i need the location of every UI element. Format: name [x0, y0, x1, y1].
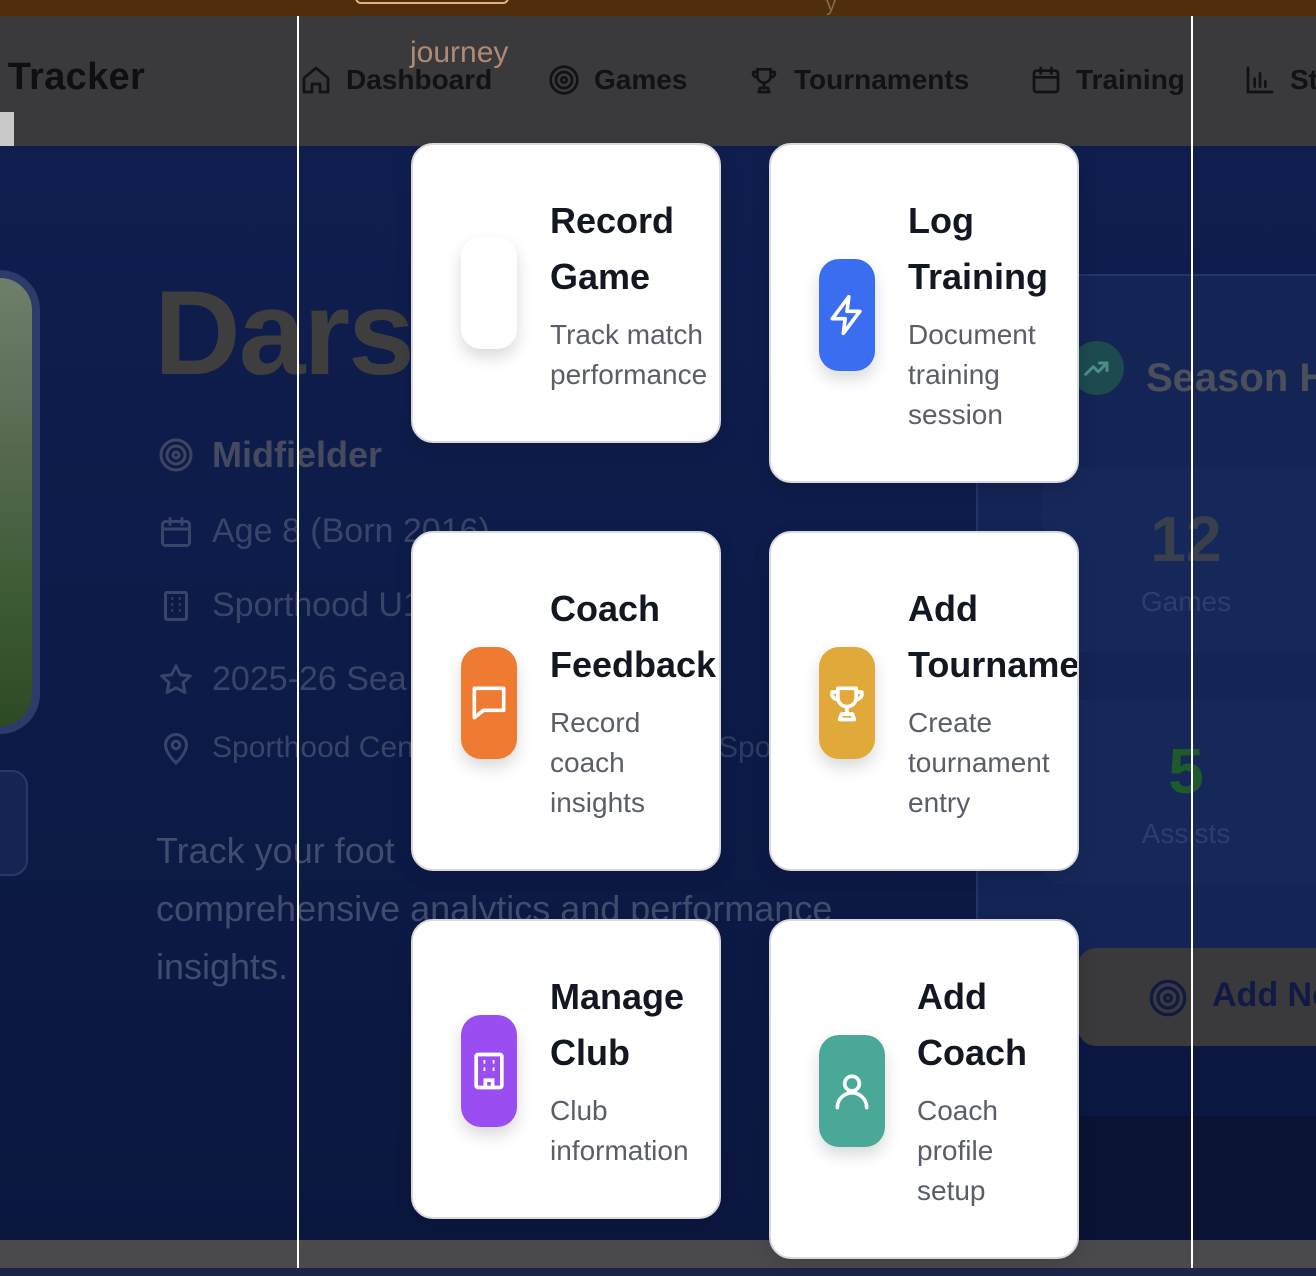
card-title: Coach — [917, 1032, 1028, 1073]
player-photo — [0, 270, 40, 734]
app-title: l Tracker — [0, 56, 146, 98]
nav-tournaments[interactable]: Tournaments — [748, 62, 969, 98]
card-desc: Document — [908, 319, 1036, 350]
card-desc: tournament — [908, 747, 1050, 778]
trophy-icon — [751, 68, 777, 94]
user-icon — [819, 1035, 885, 1147]
card-desc: setup — [917, 1175, 986, 1206]
top-navbar: l Tracker journey Dashboard Games Tourna… — [0, 16, 1316, 148]
nav-training[interactable]: Training — [1030, 62, 1185, 98]
card-title: Add — [908, 588, 978, 629]
building-icon — [164, 590, 188, 621]
card-title: Add — [917, 976, 987, 1017]
stat-label: Assists — [1141, 818, 1231, 849]
card-desc: Record — [550, 707, 641, 738]
panel-footer — [1078, 1116, 1316, 1240]
card-desc: training — [908, 359, 1000, 390]
nav-games[interactable]: Games — [548, 62, 687, 98]
guide-line-right — [1191, 16, 1193, 1268]
action-card-manage-club[interactable]: Manage Club Club information — [411, 919, 721, 1219]
stat-value: 12 — [1150, 503, 1222, 575]
blank-icon — [461, 237, 517, 349]
action-card-add-tournament[interactable]: Add Tournament Create tournament entry — [769, 531, 1079, 871]
player-season: 2025-26 Sea — [158, 660, 407, 699]
nav-label: Games — [594, 64, 688, 95]
calendar-icon — [161, 516, 191, 547]
nav-stats[interactable]: St — [1244, 62, 1316, 98]
building-icon — [461, 1015, 517, 1127]
location-label: Sporthood Cen — [212, 731, 414, 764]
action-card-record-game[interactable]: Record Game Track match performance — [411, 143, 721, 443]
chat-bubble-icon — [461, 647, 517, 759]
nav-label: Training — [1076, 64, 1185, 95]
card-title: Club — [550, 1032, 630, 1073]
action-card-add-coach[interactable]: Add Coach Coach profile setup — [769, 919, 1079, 1259]
card-title: Training — [908, 256, 1049, 297]
calendar-icon — [1032, 66, 1060, 94]
action-card-coach-feedback[interactable]: Coach Feedback Record coach insights — [411, 531, 721, 871]
card-desc: entry — [908, 787, 971, 818]
player-name: Dars — [154, 266, 415, 400]
card-desc: Track match — [550, 319, 703, 350]
bar-chart-icon — [1246, 66, 1274, 94]
star-icon — [160, 663, 192, 694]
nav-label: Tournaments — [794, 64, 970, 95]
nav-scroll-stub — [0, 112, 14, 148]
player-location: Sporthood Cen Spor — [158, 730, 781, 766]
club-label: Sporthood U1 — [212, 586, 422, 624]
photo-action-button[interactable] — [0, 770, 28, 876]
stat-card-games: 12 Games — [1042, 468, 1316, 652]
card-desc: Create — [908, 707, 993, 738]
card-desc: Club — [550, 1095, 608, 1126]
card-title: Manage — [550, 976, 685, 1017]
card-desc: profile — [917, 1135, 994, 1166]
top-strip-glyph: y — [826, 0, 836, 16]
card-desc: coach — [550, 747, 625, 778]
card-desc: information — [550, 1135, 689, 1166]
trophy-icon — [819, 647, 875, 759]
action-card-log-training[interactable]: Log Training Document training session — [769, 143, 1079, 483]
card-title: Log — [908, 200, 974, 241]
nav-dashboard[interactable]: Dashboard — [300, 62, 492, 98]
footer-bottom — [0, 1268, 1316, 1276]
season-title: Season H — [1146, 356, 1316, 400]
stat-card-assists: 5 Assists — [1042, 700, 1316, 884]
card-desc: Coach — [917, 1095, 998, 1126]
card-title: Tournament — [908, 644, 1079, 685]
stat-label: Games — [1140, 586, 1232, 617]
season-label: 2025-26 Sea — [212, 660, 407, 698]
card-title: Record — [550, 200, 675, 241]
player-position: Midfielder — [158, 434, 382, 476]
lightning-icon — [819, 259, 875, 371]
target-icon — [1149, 979, 1187, 1017]
guide-line-left — [297, 16, 299, 1268]
stat-value: 5 — [1168, 735, 1204, 807]
card-title: Coach — [550, 588, 661, 629]
card-title: Game — [550, 256, 651, 297]
card-title: Feedback — [550, 644, 717, 685]
add-new-label: Add Ne — [1212, 976, 1316, 1014]
card-desc: performance — [550, 359, 708, 390]
player-club: Sporthood U1 — [158, 586, 422, 625]
top-strip: y — [0, 0, 1316, 16]
location-pin-icon — [163, 733, 189, 766]
card-desc: session — [908, 399, 1003, 430]
home-icon — [302, 66, 330, 94]
card-desc: insights — [550, 787, 645, 818]
target-icon — [549, 65, 579, 95]
nav-label: Dashboard — [346, 64, 493, 95]
nav-label: St — [1290, 64, 1316, 95]
top-pill[interactable] — [355, 0, 509, 4]
target-icon — [159, 438, 193, 472]
